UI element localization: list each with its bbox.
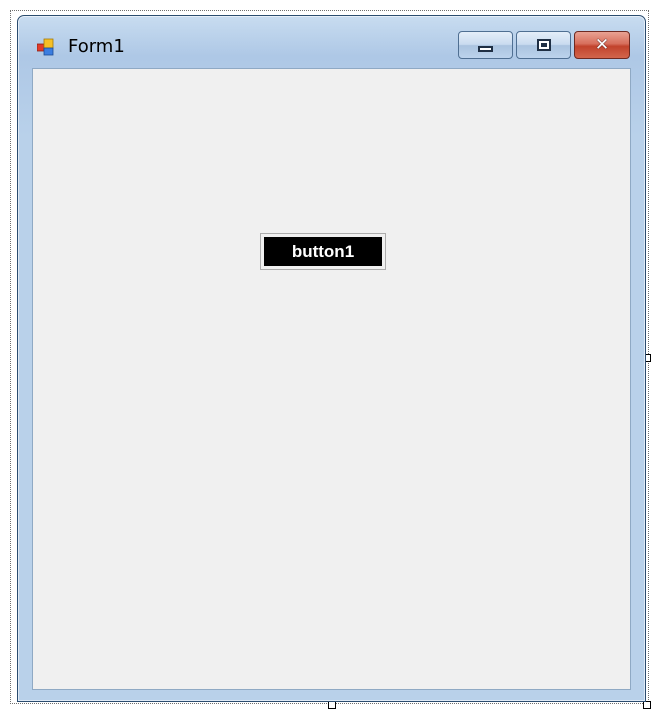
close-icon: ✕ [594, 34, 610, 55]
minimize-icon [478, 45, 493, 52]
form-icon [36, 38, 55, 56]
button1[interactable]: button1 [260, 233, 386, 270]
close-button[interactable]: ✕ [574, 31, 630, 59]
form-client-area: button1 [32, 68, 631, 690]
button1-label: button1 [264, 237, 382, 266]
maximize-button[interactable] [516, 31, 571, 59]
form-window: Form1 ✕ button1 [17, 15, 646, 702]
window-title: Form1 [68, 36, 125, 57]
minimize-button[interactable] [458, 31, 513, 59]
title-bar[interactable]: Form1 ✕ [18, 16, 645, 68]
maximize-icon [536, 39, 551, 51]
